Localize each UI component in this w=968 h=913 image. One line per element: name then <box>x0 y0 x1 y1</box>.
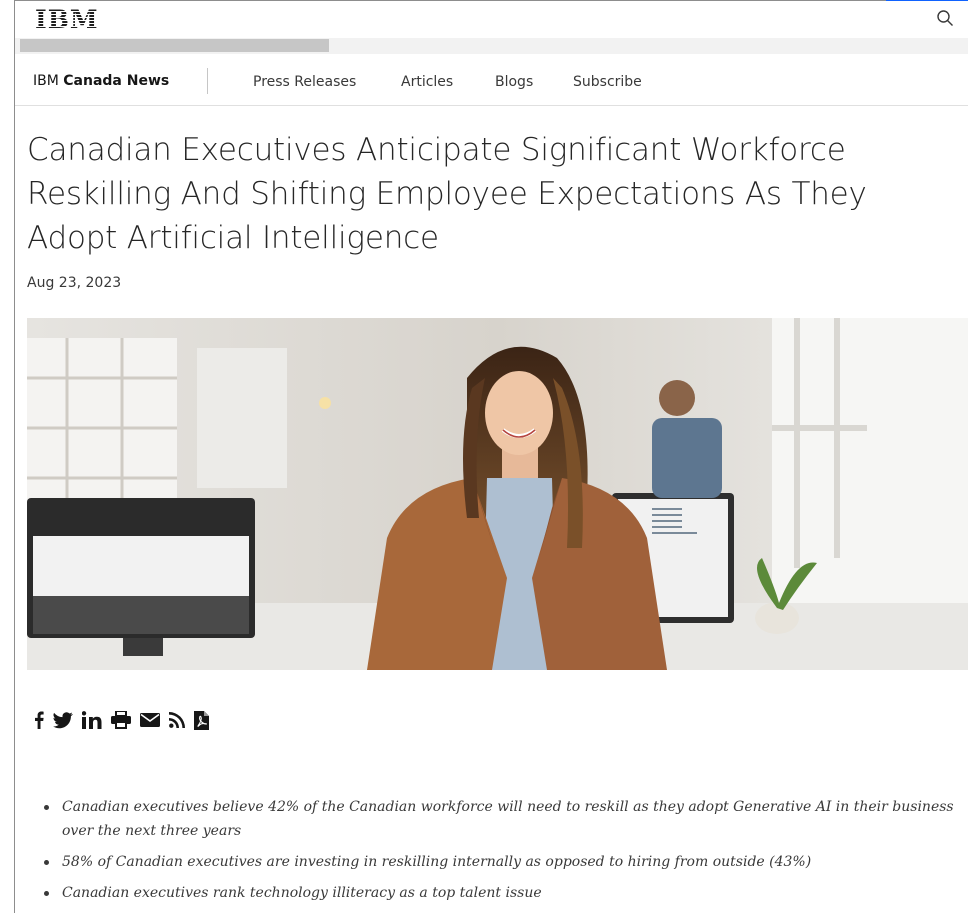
search-icon[interactable] <box>936 9 954 27</box>
brand-name: Canada News <box>63 73 170 89</box>
hero-photo <box>27 318 968 670</box>
brand-prefix: IBM <box>33 73 59 89</box>
nav-divider <box>207 68 208 94</box>
ibm-logo-text: IBM <box>35 5 99 34</box>
ibm-logo[interactable]: IBM <box>35 6 99 34</box>
share-toolbar <box>34 709 209 731</box>
list-item: Canadian executives rank technology illi… <box>44 881 964 905</box>
list-item: 58% of Canadian executives are investing… <box>44 850 964 874</box>
nav-subscribe[interactable]: Subscribe <box>573 74 642 90</box>
frame-left-line <box>14 0 15 913</box>
brand-home-link[interactable]: IBM Canada News <box>33 73 169 89</box>
list-item: Canadian executives believe 42% of the C… <box>44 795 964 843</box>
twitter-icon[interactable] <box>53 709 73 731</box>
pdf-icon[interactable] <box>194 709 209 731</box>
article-date: Aug 23, 2023 <box>27 275 122 291</box>
linkedin-icon[interactable] <box>82 709 102 731</box>
nav-blogs[interactable]: Blogs <box>495 74 533 90</box>
hero-image <box>27 318 968 670</box>
rss-icon[interactable] <box>169 709 185 731</box>
reading-progress-bar <box>20 39 329 52</box>
nav-press-releases[interactable]: Press Releases <box>253 74 356 90</box>
article-headline: Canadian Executives Anticipate Significa… <box>27 132 867 256</box>
masthead: IBM <box>15 1 968 38</box>
sub-navigation: IBM Canada News Press Releases Articles … <box>15 54 968 106</box>
facebook-icon[interactable] <box>34 709 44 731</box>
email-icon[interactable] <box>140 709 160 731</box>
print-icon[interactable] <box>111 709 131 731</box>
nav-articles[interactable]: Articles <box>401 74 453 90</box>
key-points-list: Canadian executives believe 42% of the C… <box>44 795 964 912</box>
